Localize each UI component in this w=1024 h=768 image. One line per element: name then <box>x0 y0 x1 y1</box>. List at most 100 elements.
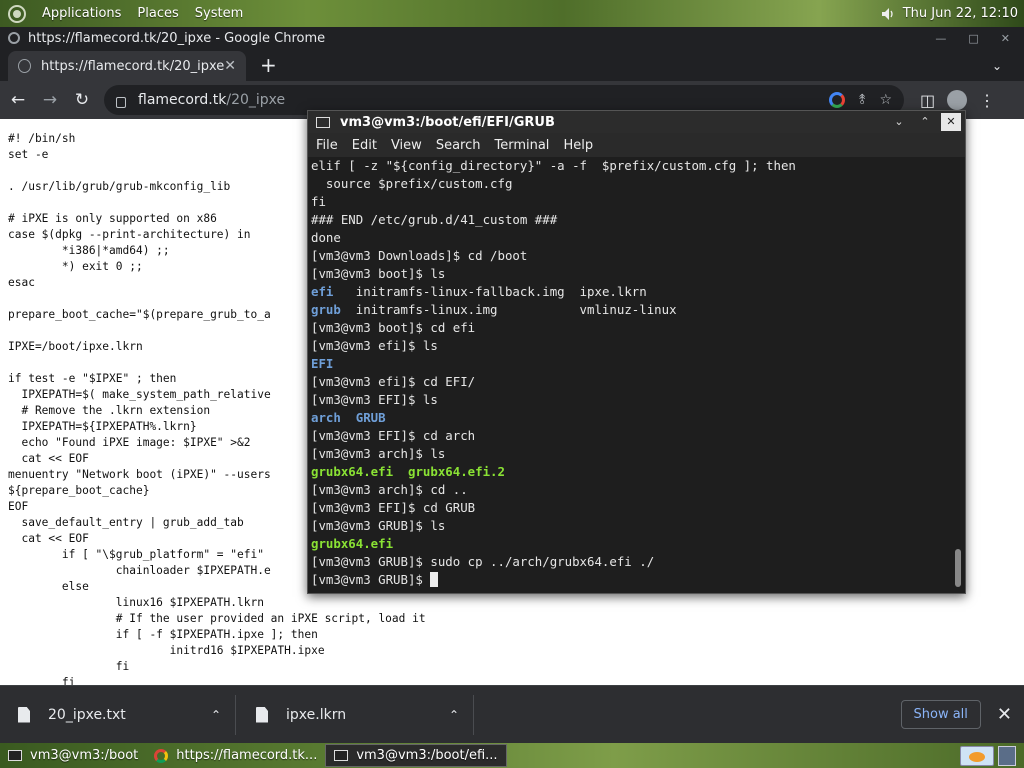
terminal-line: [vm3@vm3 efi]$ cd EFI/ <box>311 374 475 389</box>
script-line: case $(dpkg --print-architecture) in <box>8 228 251 241</box>
profile-avatar-icon[interactable] <box>947 90 968 110</box>
show-all-button[interactable]: Show all <box>900 700 981 729</box>
fish-applet-icon[interactable] <box>960 745 994 766</box>
chevron-down-icon[interactable]: ⌄ <box>889 113 909 131</box>
menu-terminal[interactable]: Terminal <box>494 138 549 153</box>
terminal-line: [vm3@vm3 boot]$ cd efi <box>311 320 475 335</box>
script-line: initrd16 $IPXEPATH.ipxe <box>8 644 325 657</box>
script-line: cat << EOF <box>8 532 89 545</box>
script-line: *) exit 0 ;; <box>8 260 143 273</box>
clock[interactable]: Thu Jun 22, 12:10 <box>903 6 1018 21</box>
globe-icon <box>18 59 32 73</box>
terminal-icon <box>334 750 349 761</box>
terminal-line: grub initramfs-linux.img vmlinuz-linux <box>311 302 677 317</box>
terminal-text-segment: initramfs-linux-fallback.img ipxe.lkrn <box>333 284 647 299</box>
menu-file[interactable]: File <box>316 138 338 153</box>
chevron-up-icon[interactable]: ⌃ <box>211 708 221 722</box>
terminal-line: ### END /etc/grub.d/41_custom ### <box>311 212 557 227</box>
terminal-dir-entry: grubx64.efi <box>311 464 394 479</box>
script-line: #! /bin/sh <box>8 132 76 145</box>
terminal-dir-entry: EFI <box>311 356 334 371</box>
taskbar-item-chrome[interactable]: https://flamecord.tk... <box>146 744 325 767</box>
menu-help[interactable]: Help <box>563 138 593 153</box>
menu-edit[interactable]: Edit <box>352 138 377 153</box>
back-icon[interactable]: ← <box>8 90 28 110</box>
terminal-title: vm3@vm3:/boot/efi/EFI/GRUB <box>340 114 555 130</box>
lock-icon[interactable] <box>116 96 126 108</box>
chevron-down-icon[interactable]: ⌄ <box>992 51 1024 81</box>
terminal-text-segment: [vm3@vm3 GRUB]$ ls <box>311 518 446 533</box>
url-host: flamecord.tk <box>138 92 227 108</box>
close-icon[interactable]: ✕ <box>941 113 961 131</box>
applications-menu[interactable]: Applications <box>42 6 121 21</box>
chevron-up-icon[interactable]: ⌃ <box>449 708 459 722</box>
terminal-text-segment: ### END /etc/grub.d/41_custom ### <box>311 212 558 227</box>
script-line: EOF <box>8 500 29 513</box>
script-line: prepare_boot_cache="$(prepare_grub_to_a <box>8 308 271 321</box>
close-window-icon[interactable]: ✕ <box>1001 32 1010 45</box>
download-item[interactable]: 20_ipxe.txt ⌃ <box>18 694 236 735</box>
script-line: if [ -f $IPXEPATH.ipxe ]; then <box>8 628 318 641</box>
system-menu[interactable]: System <box>195 6 243 21</box>
terminal-scrollbar[interactable] <box>955 549 961 587</box>
terminal-dir-entry: arch <box>311 410 341 425</box>
distro-logo-icon[interactable] <box>8 4 26 23</box>
script-line: . /usr/lib/grub/grub-mkconfig_lib <box>8 180 231 193</box>
menu-view[interactable]: View <box>391 138 422 153</box>
terminal-line: EFI <box>311 356 333 371</box>
terminal-line: arch GRUB <box>311 410 386 425</box>
terminal-text-segment: [vm3@vm3 GRUB]$ sudo cp ../arch/grubx64.… <box>311 554 655 569</box>
terminal-line: fi <box>311 194 326 209</box>
new-tab-icon[interactable]: + <box>260 51 277 81</box>
script-line: IPXEPATH=${IPXEPATH%.lkrn} <box>8 420 197 433</box>
terminal-line: [vm3@vm3 GRUB]$ ls <box>311 518 445 533</box>
download-item[interactable]: ipxe.lkrn ⌃ <box>256 694 474 735</box>
menu-search[interactable]: Search <box>436 138 481 153</box>
terminal-output[interactable]: elif [ -z "${config_directory}" -a -f $p… <box>308 157 965 593</box>
terminal-text-segment: [vm3@vm3 EFI]$ cd GRUB <box>311 500 476 515</box>
taskbar-item-terminal-boot[interactable]: vm3@vm3:/boot <box>0 744 146 767</box>
maximize-icon[interactable]: □ <box>968 32 978 45</box>
terminal-titlebar[interactable]: vm3@vm3:/boot/efi/EFI/GRUB ⌄ ⌃ ✕ <box>308 111 965 133</box>
script-line: IPXEPATH=$( make_system_path_relative <box>8 388 271 401</box>
script-line: chainloader $IPXEPATH.e <box>8 564 271 577</box>
bookmark-star-icon[interactable]: ☆ <box>879 92 892 108</box>
terminal-line: [vm3@vm3 EFI]$ cd arch <box>311 428 475 443</box>
taskbar-item-terminal-efi[interactable]: vm3@vm3:/boot/efi... <box>325 744 507 767</box>
side-panel-icon[interactable]: ◫ <box>920 91 935 110</box>
places-menu[interactable]: Places <box>137 6 178 21</box>
terminal-line: [vm3@vm3 efi]$ ls <box>311 338 438 353</box>
terminal-line: [vm3@vm3 arch]$ cd .. <box>311 482 468 497</box>
reload-icon[interactable]: ↻ <box>72 90 92 110</box>
terminal-text-segment: [vm3@vm3 efi]$ ls <box>311 338 438 353</box>
speaker-icon[interactable] <box>881 7 895 21</box>
script-line: menuentry "Network boot (iPXE)" --users <box>8 468 271 481</box>
forward-icon[interactable]: → <box>40 90 60 110</box>
chevron-up-icon[interactable]: ⌃ <box>915 113 935 131</box>
close-tab-icon[interactable]: ✕ <box>224 58 236 74</box>
google-lens-icon[interactable] <box>828 92 845 108</box>
file-icon <box>18 706 30 723</box>
tab-active[interactable]: https://flamecord.tk/20_ipxe ✕ <box>8 51 246 81</box>
terminal-text-segment: [vm3@vm3 Downloads]$ cd /boot <box>311 248 528 263</box>
workspace-switcher-icon[interactable] <box>998 745 1016 766</box>
terminal-dir-entry: grub <box>311 302 341 317</box>
download-filename: 20_ipxe.txt <box>48 706 126 723</box>
terminal-cursor <box>430 572 439 587</box>
script-line: if test -e "$IPXE" ; then <box>8 372 177 385</box>
terminal-text-segment: initramfs-linux.img vmlinuz-linux <box>340 302 677 317</box>
chrome-titlebar[interactable]: https://flamecord.tk/20_ipxe - Google Ch… <box>0 27 1024 49</box>
terminal-text-segment: [vm3@vm3 EFI]$ ls <box>311 392 438 407</box>
share-icon[interactable]: ⥉ <box>859 92 866 108</box>
terminal-line: grubx64.efi <box>311 536 393 551</box>
terminal-window: vm3@vm3:/boot/efi/EFI/GRUB ⌄ ⌃ ✕ File Ed… <box>307 110 966 594</box>
terminal-line: efi initramfs-linux-fallback.img ipxe.lk… <box>311 284 647 299</box>
menu-kebab-icon[interactable]: ⋮ <box>979 91 995 110</box>
close-downloads-icon[interactable]: ✕ <box>997 704 1012 725</box>
window-title: https://flamecord.tk/20_ipxe - Google Ch… <box>28 30 326 46</box>
terminal-line: done <box>311 230 341 245</box>
url-path: /20_ipxe <box>226 92 286 108</box>
minimize-icon[interactable]: — <box>935 32 946 45</box>
